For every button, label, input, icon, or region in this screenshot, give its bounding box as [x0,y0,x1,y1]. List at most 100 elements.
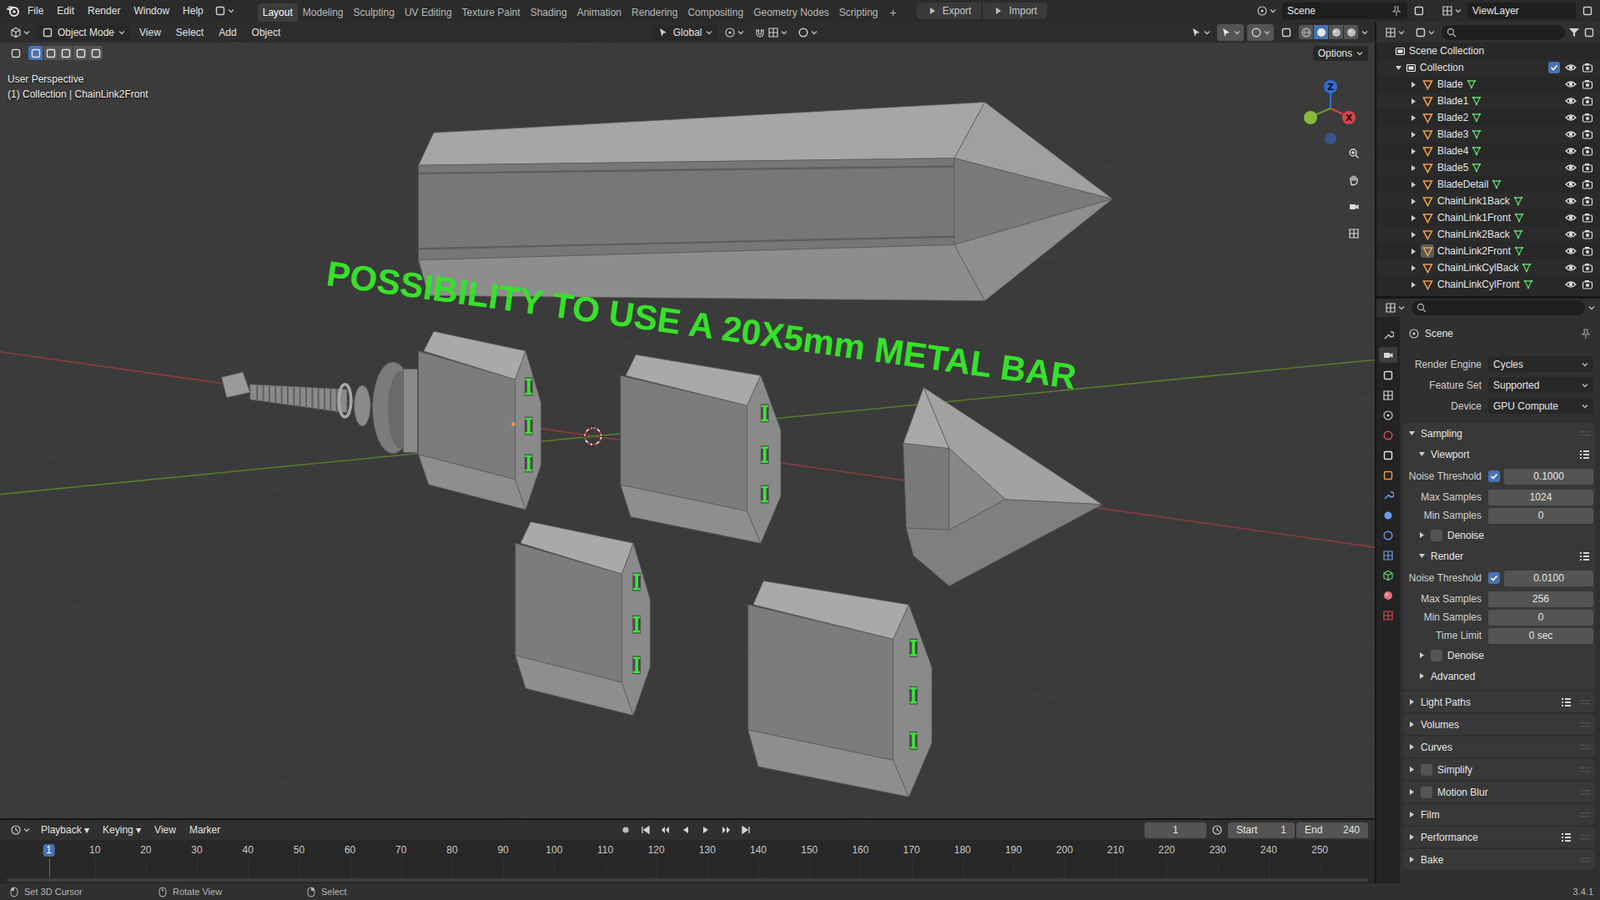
outliner-item[interactable]: Blade1 [1376,92,1600,110]
expand-triangle-icon[interactable] [1418,651,1426,660]
clock-icon[interactable] [1211,824,1223,836]
frame-tick-label[interactable]: 170 [900,844,924,857]
outliner-item[interactable]: BladeDetail [1376,176,1600,193]
number-field[interactable]: 0.0100 [1504,570,1594,587]
panel-checkbox[interactable] [1420,786,1433,799]
panel-checkbox[interactable] [1420,764,1433,776]
panel-header[interactable]: Film [1403,804,1595,826]
workspace-tab[interactable]: Shading [525,3,573,22]
panel-header[interactable]: Light Paths [1403,691,1595,713]
new-view-layer-button[interactable] [1578,2,1597,20]
pan-button[interactable] [1343,170,1364,191]
properties-tab[interactable] [1378,567,1398,584]
camera-icon[interactable] [1581,111,1594,124]
property-checkbox[interactable] [1488,572,1500,584]
preview-range-button[interactable] [1207,821,1227,839]
frame-tick-label[interactable]: 230 [1206,844,1230,857]
timeline-menu-item[interactable]: Keying ▾ [96,820,147,840]
eye-icon[interactable] [1564,128,1577,141]
select-mode-icon[interactable] [60,47,72,60]
number-field[interactable]: 1024 [1488,489,1594,506]
frame-tick-label[interactable]: 150 [797,844,821,857]
eye-icon[interactable] [1564,211,1577,224]
eye-icon[interactable] [1564,161,1577,174]
workspace-tab[interactable]: Scripting [834,3,884,22]
drag-handle-icon[interactable] [1579,765,1590,775]
proportional-edit-button[interactable] [794,24,821,41]
end-frame-field[interactable]: End240 [1296,822,1369,839]
camera-icon[interactable] [1581,95,1594,107]
camera-view-button[interactable] [1343,196,1364,217]
3d-viewport[interactable]: Object ModeViewSelectAddObjectGlobalOpti… [0,21,1375,819]
timeline-menu-item[interactable]: Marker [183,820,227,840]
outliner-item[interactable]: ChainLinkCylFront [1376,276,1600,293]
blade-tip[interactable] [903,387,1103,586]
outliner-icon[interactable] [1384,26,1397,39]
eye-icon[interactable] [1564,111,1577,124]
workspace-icon-button[interactable] [211,2,238,20]
start-icon[interactable] [639,824,652,836]
eye-icon[interactable] [1564,195,1577,207]
material-shading-icon[interactable] [1330,26,1343,39]
mesh-data-icon[interactable] [1523,279,1534,290]
panel-header[interactable]: Viewport [1403,443,1595,465]
camera-icon[interactable] [1581,211,1594,224]
texture-tab-icon[interactable] [1382,609,1394,622]
mesh-data-icon[interactable] [1471,112,1482,123]
expand-triangle-icon[interactable] [1408,855,1416,864]
pivot-icon[interactable] [724,26,736,39]
frame-tick-label[interactable]: 110 [593,844,617,857]
object-type-badge[interactable] [1420,227,1434,242]
frame-tick-label[interactable]: 20 [136,844,155,857]
navigation-gizmo[interactable]: ZX [1295,70,1363,148]
expand-triangle-icon[interactable] [1409,181,1418,189]
record-button[interactable] [616,821,635,839]
eye-icon[interactable] [1564,245,1577,257]
expand-triangle-icon[interactable] [1409,130,1418,139]
collapse-triangle-icon[interactable] [1394,64,1403,72]
pin-icon[interactable] [1390,5,1403,17]
duplicate-icon[interactable] [1413,5,1425,17]
frame-tick-label[interactable]: 60 [341,844,359,857]
material-tab-icon[interactable] [1382,589,1394,602]
object-type-badge[interactable] [1420,194,1434,208]
select-mode-button[interactable] [88,45,103,61]
timeline-scrollbar[interactable] [6,878,1369,882]
tool-tab-icon[interactable] [1382,329,1394,342]
gizmo-toggle-button[interactable] [1217,24,1244,41]
playback-button[interactable] [736,821,755,839]
frame-tick-label[interactable]: 40 [239,844,257,857]
expand-triangle-icon[interactable] [1409,97,1418,106]
viewport-menu-item[interactable]: Add [212,23,242,42]
properties-tab[interactable] [1378,427,1398,443]
panel-header[interactable]: Simplify [1403,759,1595,780]
eye-icon[interactable] [1564,78,1577,91]
object-type-badge[interactable] [1420,177,1434,192]
select-mode-icon[interactable] [45,47,57,60]
filter-icon[interactable] [1568,26,1580,39]
expand-triangle-icon[interactable] [1408,765,1416,774]
menu-item[interactable]: Window [127,1,176,21]
object-type-badge[interactable] [1420,211,1434,225]
menu-item[interactable]: Help [176,1,210,21]
panel-header[interactable]: Render [1403,545,1595,567]
panel-header[interactable]: Volumes [1403,714,1595,735]
expand-triangle-icon[interactable] [1409,147,1418,156]
properties-tab[interactable] [1378,547,1398,564]
chain-link-block[interactable] [620,354,781,544]
scene-browse-button[interactable] [1252,2,1280,20]
properties-tab[interactable] [1378,327,1398,343]
select-mode-button[interactable] [43,45,58,61]
select-mode-icon[interactable] [75,47,87,60]
select-box-icon[interactable] [10,47,22,60]
select-tool-button[interactable] [6,45,26,62]
nextkey-icon[interactable] [719,824,732,836]
object-tab-icon[interactable] [1382,469,1394,482]
frame-tick-label[interactable]: 30 [187,844,206,857]
particles-tab-icon[interactable] [1382,509,1394,522]
object-type-badge[interactable] [1420,244,1434,258]
drag-handle-icon[interactable] [1579,743,1590,752]
presets-icon[interactable] [1560,696,1572,708]
shading-mode-button[interactable] [1328,25,1344,40]
properties-icon[interactable] [1384,301,1397,314]
